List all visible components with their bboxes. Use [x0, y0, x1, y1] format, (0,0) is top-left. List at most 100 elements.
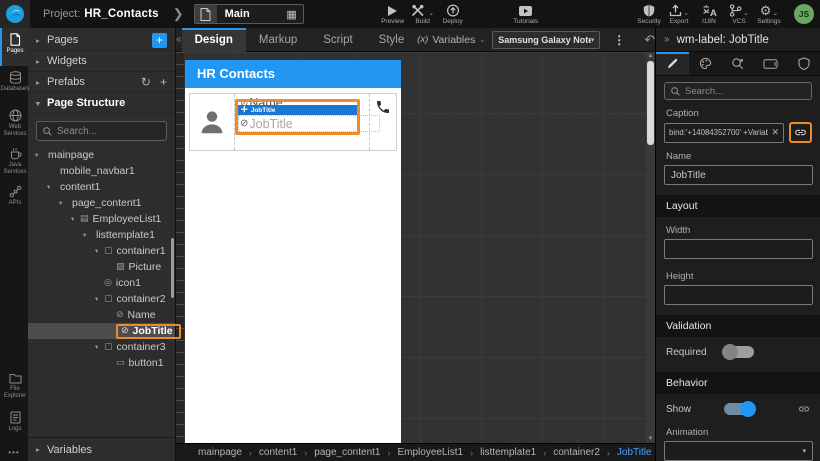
tree-item-Picture[interactable]: ▨ Picture — [28, 259, 175, 275]
tree-item-Name[interactable]: ⊘ Name — [28, 307, 175, 323]
tab-search-props[interactable] — [722, 52, 755, 75]
caption-field[interactable]: bind:'+14084352700' +Variables.HrdbE ✕ — [664, 122, 784, 143]
breadcrumb-item-page_content1[interactable]: page_content1 — [314, 447, 380, 458]
structure-search-input[interactable] — [57, 125, 160, 137]
tree-item-JobTitle[interactable]: ⊘ JobTitle — [28, 323, 181, 339]
collapse-right-panel-icon[interactable]: » — [664, 34, 670, 45]
deploy-button[interactable]: Deploy — [438, 3, 468, 25]
tree-item-container1[interactable]: ▾ ▢ container1 — [28, 243, 175, 259]
page-structure-tree: ▾ mainpage mobile_navbar1 ▾ content1 ▾ page_co… — [28, 147, 181, 371]
caret-down-icon[interactable]: ▾ — [35, 151, 44, 159]
breadcrumb-item-JobTitle[interactable]: JobTitle — [617, 447, 652, 458]
tree-item-button1[interactable]: ▭ button1 — [28, 355, 175, 371]
user-avatar[interactable]: JS — [794, 4, 814, 24]
caret-down-icon[interactable]: ▾ — [95, 343, 104, 351]
width-input[interactable] — [664, 239, 813, 259]
caret-down-icon[interactable]: ▾ — [83, 231, 92, 239]
tab-script[interactable]: Script — [310, 28, 365, 52]
name-input[interactable] — [664, 165, 813, 185]
kebab-menu-icon[interactable]: ⋮ — [607, 33, 631, 47]
build-button[interactable]: ⌄ Build — [408, 4, 438, 25]
rail-item-web-services[interactable]: Web Services — [0, 104, 28, 142]
tab-device[interactable] — [754, 52, 787, 75]
label-icon: ⊘ — [116, 310, 124, 320]
height-input[interactable] — [664, 285, 813, 305]
scroll-down-icon[interactable]: ▼ — [646, 436, 655, 442]
tab-markup[interactable]: Markup — [246, 28, 310, 52]
tree-item-label: JobTitle — [132, 325, 173, 337]
jobtitle-label-widget[interactable]: ⊘ JobTitle — [238, 115, 380, 132]
vcs-button[interactable]: ⌄ VCS — [724, 3, 754, 25]
container2-widget[interactable]: ⊘ Name ✛ JobTitle ⊘ JobTitle — [234, 94, 380, 150]
rail-item-apis[interactable]: APIs — [0, 180, 28, 218]
breadcrumb-item-mainpage[interactable]: mainpage — [198, 447, 242, 458]
breadcrumb-item-container2[interactable]: container2 — [553, 447, 600, 458]
tree-item-container2[interactable]: ▾ ▢ container2 — [28, 291, 175, 307]
caption-bind-button[interactable] — [789, 122, 812, 143]
security-button[interactable]: Security — [634, 4, 664, 25]
add-prefab-button[interactable]: + — [160, 75, 167, 89]
tab-design[interactable]: Design — [181, 27, 246, 52]
branch-icon: ⌄ — [729, 3, 749, 17]
tree-item-mobile_navbar1[interactable]: mobile_navbar1 — [28, 163, 175, 179]
breadcrumb-item-EmployeeList1[interactable]: EmployeeList1 — [397, 447, 463, 458]
tree-item-icon1[interactable]: ◎ icon1 — [28, 275, 175, 291]
add-page-button[interactable]: + — [152, 32, 167, 48]
page-switcher[interactable]: Main ▦ — [193, 4, 304, 24]
tree-item-listtemplate1[interactable]: ▾ listtemplate1 — [28, 227, 175, 243]
shield-outline-icon — [798, 57, 810, 70]
section-page-structure[interactable]: ▾ Page Structure — [28, 93, 175, 114]
widget-selection-bar[interactable]: ✛ JobTitle — [238, 105, 358, 115]
tree-item-content1[interactable]: ▾ content1 — [28, 179, 175, 195]
rail-item-java-services[interactable]: Java Services — [0, 142, 28, 180]
show-bind-link-icon[interactable] — [798, 403, 810, 415]
caret-down-icon[interactable]: ▾ — [95, 247, 104, 255]
page-grid-icon[interactable]: ▦ — [281, 8, 303, 21]
animation-select[interactable]: ▾ — [664, 441, 813, 461]
refresh-icon[interactable]: ↻ — [141, 75, 151, 89]
export-button[interactable]: ⌄ Export — [664, 3, 694, 25]
section-prefabs[interactable]: ▸ Prefabs ↻ + — [28, 72, 175, 93]
tab-properties[interactable] — [656, 52, 689, 75]
rail-item-file-explorer[interactable]: File Explorer — [0, 368, 28, 406]
tree-item-container3[interactable]: ▾ ▢ container3 — [28, 339, 175, 355]
show-toggle[interactable] — [724, 401, 756, 417]
tab-styles[interactable] — [689, 52, 722, 75]
tutorials-button[interactable]: Tutorials — [511, 4, 541, 25]
tab-security[interactable] — [787, 52, 820, 75]
canvas-scrollbar[interactable]: ▲ ▼ — [646, 52, 655, 443]
caret-down-icon[interactable]: ▾ — [71, 215, 80, 223]
tree-item-mainpage[interactable]: ▾ mainpage — [28, 147, 175, 163]
employee-list-item[interactable]: ⊘ Name ✛ JobTitle ⊘ JobTitle — [189, 93, 397, 151]
wavemaker-logo[interactable] — [0, 0, 30, 28]
more-options-icon[interactable]: ••• — [0, 444, 28, 459]
section-widgets[interactable]: ▸ Widgets — [28, 51, 175, 72]
caret-down-icon[interactable]: ▾ — [95, 295, 104, 303]
tree-item-page_content1[interactable]: ▾ page_content1 — [28, 195, 175, 211]
caret-down-icon[interactable]: ▾ — [59, 199, 68, 207]
properties-search-input[interactable] — [685, 85, 805, 97]
picture-widget[interactable] — [190, 94, 234, 150]
required-toggle[interactable] — [722, 344, 754, 360]
tree-item-EmployeeList1[interactable]: ▾ ▤ EmployeeList1 — [28, 211, 175, 227]
breadcrumb-item-listtemplate1[interactable]: listtemplate1 — [480, 447, 536, 458]
left-panel-scrollbar[interactable] — [171, 238, 174, 298]
device-select[interactable]: Samsung Galaxy Note III ▾ — [492, 30, 601, 49]
rail-item-databases[interactable]: Databases — [0, 66, 29, 104]
tab-style[interactable]: Style — [366, 28, 418, 52]
variables-dropdown[interactable]: (x) Variables ⌄ — [417, 34, 485, 46]
scrollbar-thumb[interactable] — [647, 61, 654, 145]
clear-binding-icon[interactable]: ✕ — [771, 127, 779, 138]
rail-item-logs[interactable]: Logs — [0, 406, 28, 444]
scroll-up-icon[interactable]: ▲ — [646, 53, 655, 59]
section-variables[interactable]: ▸ Variables — [28, 437, 175, 461]
mobile-navbar[interactable]: HR Contacts — [185, 60, 401, 88]
i18n-button[interactable]: A I18N — [694, 4, 724, 25]
breadcrumb-item-content1[interactable]: content1 — [259, 447, 297, 458]
preview-button[interactable]: Preview — [378, 4, 408, 25]
rail-item-pages[interactable]: Pages — [0, 28, 28, 66]
section-pages[interactable]: ▸ Pages + — [28, 30, 175, 51]
settings-button[interactable]: ⚙ ⌄ Settings — [754, 4, 784, 25]
design-canvas[interactable]: HR Contacts ⊘ Name ✛ JobTitle ⊘ JobTitle… — [176, 52, 655, 443]
caret-down-icon[interactable]: ▾ — [47, 183, 56, 191]
